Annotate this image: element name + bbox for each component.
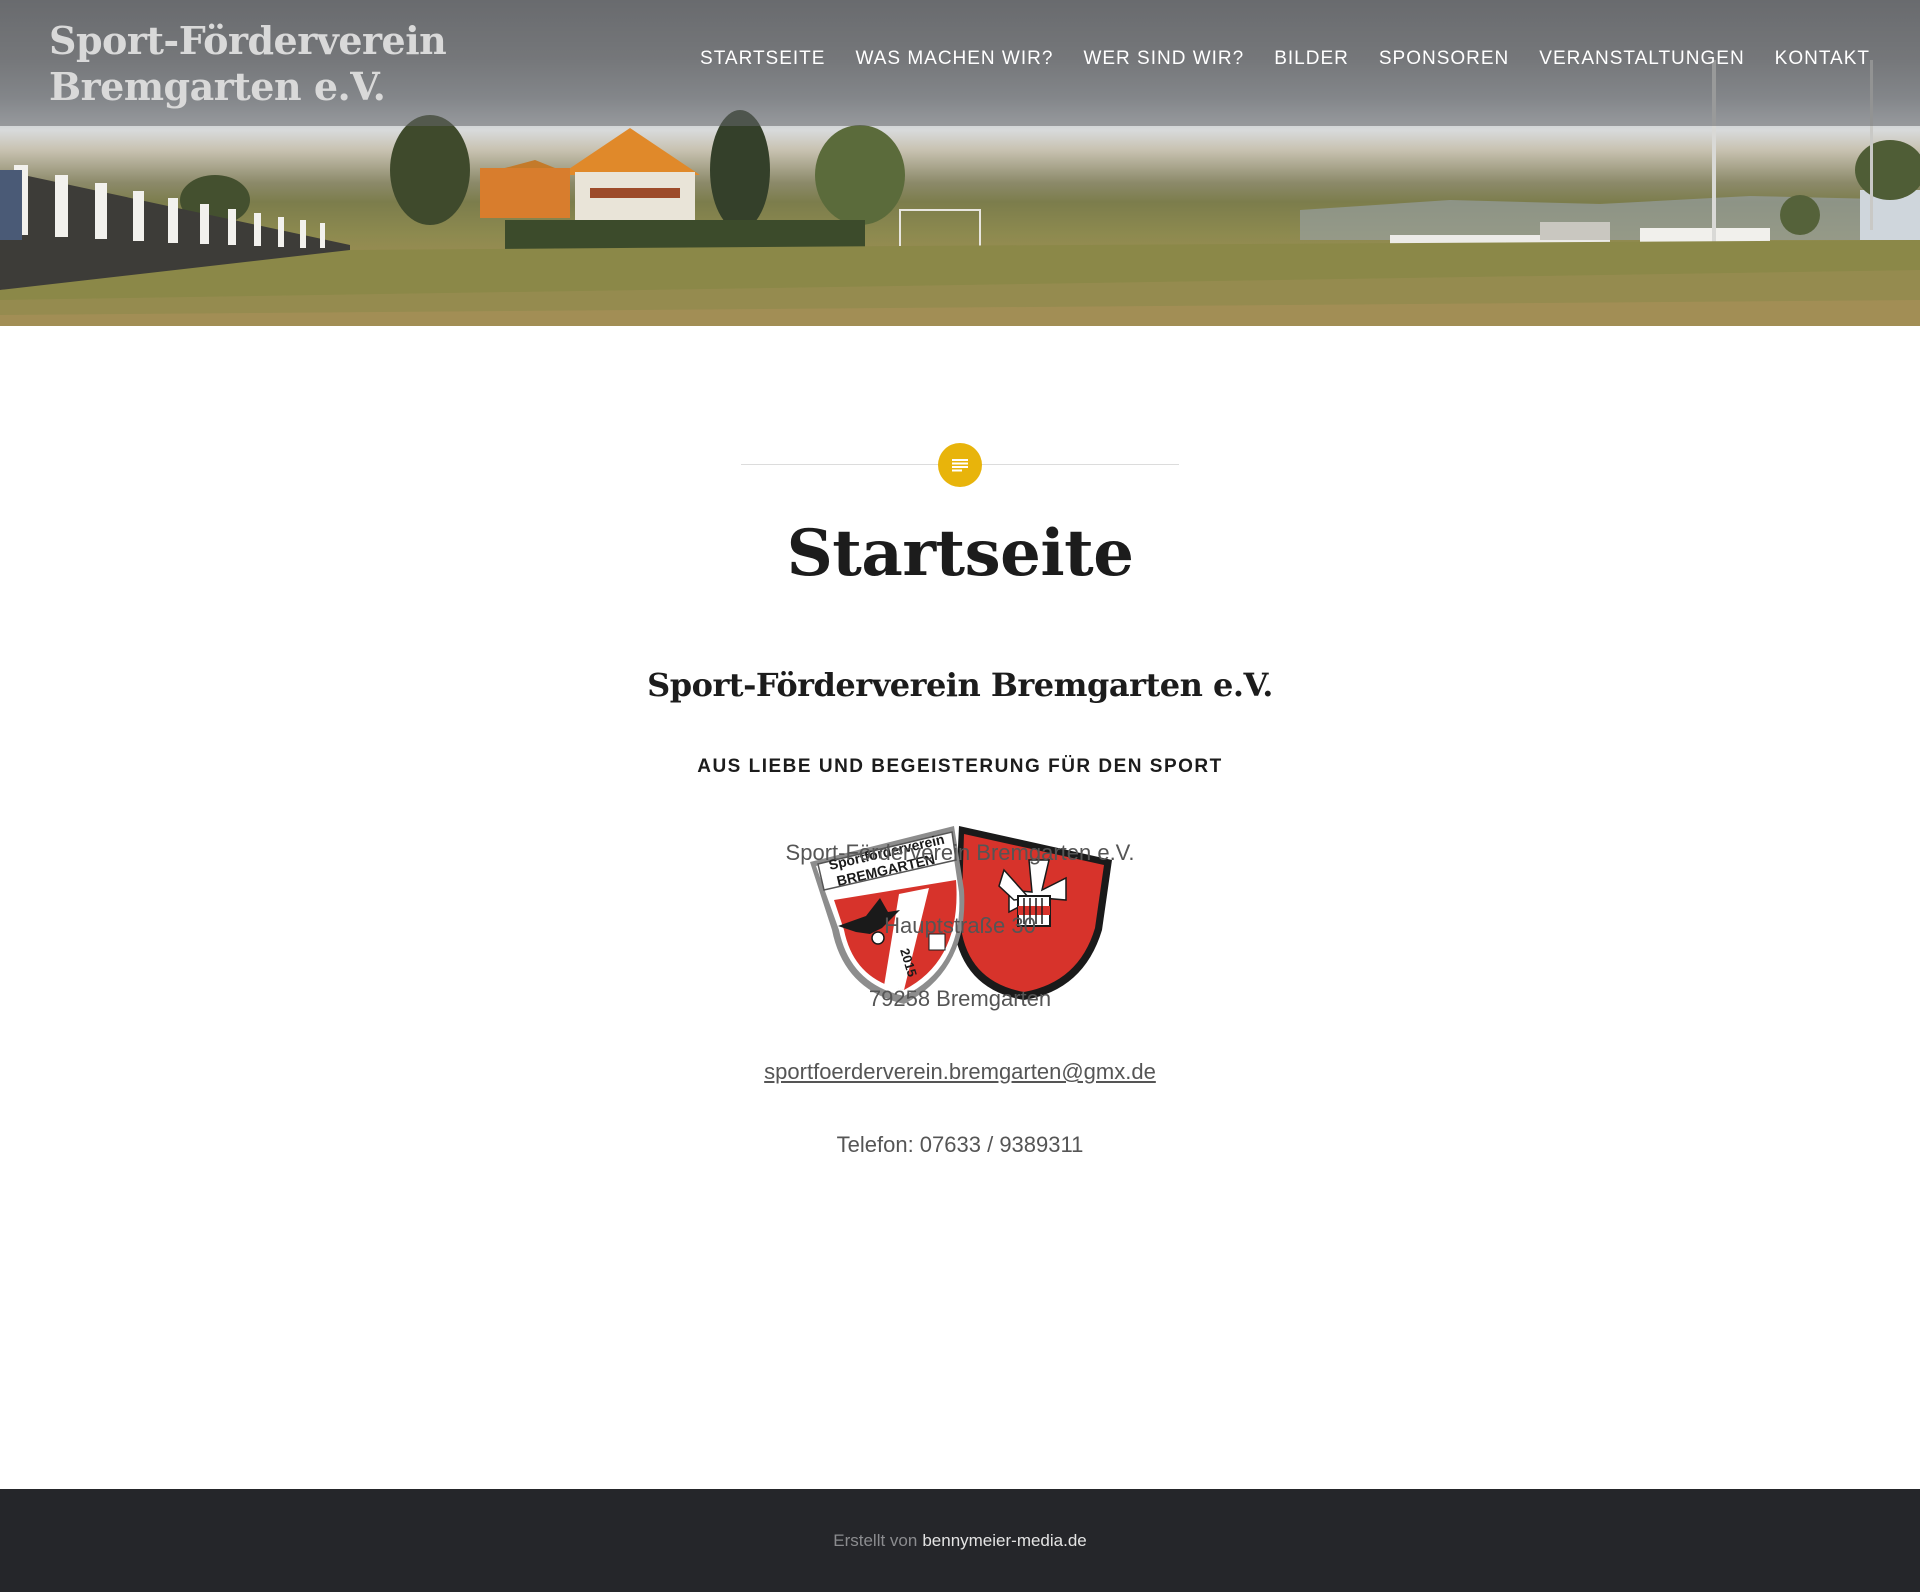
nav-item-was-machen-wir[interactable]: WAS MACHEN WIR?	[855, 48, 1053, 70]
contact-name: Sport-Förderverein Bremgarten e.V.	[785, 840, 1135, 865]
contact-phone: Telefon: 07633 / 9389311	[836, 1132, 1084, 1157]
contact-city: 79258 Bremgarten	[868, 986, 1052, 1011]
site-title[interactable]: Sport-Förderverein Bremgarten e.V.	[49, 18, 469, 110]
main-content: Startseite Sport-Förderverein Bremgarten…	[0, 326, 1920, 1489]
header-hero: Sport-Förderverein Bremgarten e.V. START…	[0, 0, 1920, 326]
contact-email-link[interactable]: sportfoerderverein.bremgarten@gmx.de	[764, 1059, 1156, 1084]
page-subheading: Sport-Förderverein Bremgarten e.V.	[647, 666, 1273, 704]
contact-email-line: sportfoerderverein.bremgarten@gmx.de	[0, 1059, 1920, 1085]
page-title: Startseite	[786, 516, 1134, 591]
nav-item-veranstaltungen[interactable]: VERANSTALTUNGEN	[1539, 48, 1744, 70]
nav-item-kontakt[interactable]: KONTAKT	[1775, 48, 1870, 70]
site-header: Sport-Förderverein Bremgarten e.V. START…	[0, 0, 1920, 126]
footer-credit-link[interactable]: bennymeier-media.de	[922, 1531, 1086, 1551]
contact-street: Hauptstraße 30	[884, 913, 1036, 938]
nav-item-startseite[interactable]: STARTSEITE	[700, 48, 825, 70]
nav-item-sponsoren[interactable]: SPONSOREN	[1379, 48, 1509, 70]
nav-item-wer-sind-wir[interactable]: WER SIND WIR?	[1083, 48, 1244, 70]
document-icon	[938, 443, 982, 487]
footer-credit-prefix: Erstellt von	[833, 1530, 918, 1550]
site-footer: Erstellt von bennymeier-media.de	[0, 1489, 1920, 1592]
nav-item-bilder[interactable]: BILDER	[1274, 48, 1349, 70]
main-navigation: STARTSEITE WAS MACHEN WIR? WER SIND WIR?…	[700, 48, 1870, 70]
page-tagline: AUS LIEBE UND BEGEISTERUNG FÜR DEN SPORT	[697, 756, 1223, 777]
